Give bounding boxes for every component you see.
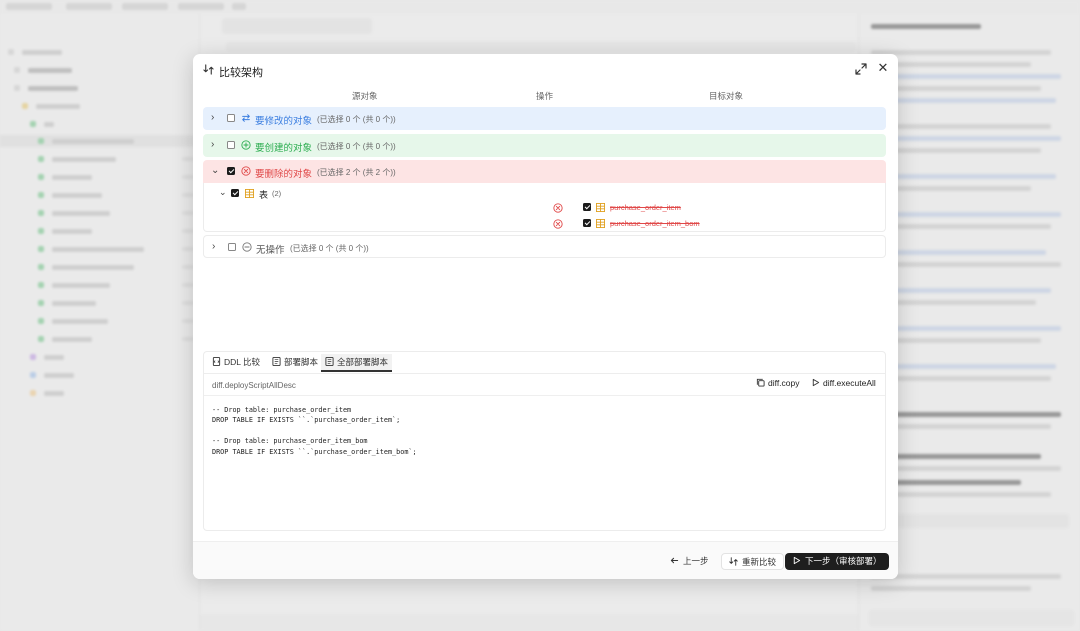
scripts-icon	[325, 357, 334, 366]
arrow-left-icon	[670, 557, 679, 564]
group-create[interactable]: › 要创建的对象 (已选择 0 个 (共 0 个))	[203, 134, 886, 157]
chevron-down-icon[interactable]: ⌄	[211, 165, 221, 177]
group-delete-body	[203, 183, 886, 232]
play-icon	[793, 556, 801, 565]
group-delete-label: 要删除的对象	[255, 169, 313, 180]
code-line: DROP TABLE IF EXISTS ``.`purchase_order_…	[212, 416, 401, 425]
group-create-count: (已选择 0 个 (共 0 个))	[317, 142, 396, 151]
group-delete-count: (已选择 2 个 (共 2 个))	[317, 168, 396, 177]
copy-button-label: diff.copy	[768, 378, 800, 388]
minus-circle-icon	[242, 242, 252, 252]
file-code-icon	[212, 357, 221, 366]
dialog-header: 比较架构 ✕	[193, 54, 898, 88]
copy-button[interactable]: diff.copy	[756, 378, 800, 388]
group-none-checkbox[interactable]	[228, 243, 236, 251]
code-line: DROP TABLE IF EXISTS ``.`purchase_order_…	[212, 447, 417, 456]
group-delete-checkbox[interactable]	[227, 167, 235, 175]
tab-all-deploy-scripts[interactable]: 全部部署脚本	[321, 354, 393, 372]
script-tabs: DDL 比较 部署脚本 全部部署脚本	[204, 352, 885, 374]
group-create-label: 要创建的对象	[255, 143, 313, 154]
delete-circle-icon	[553, 203, 563, 213]
delete-item-checkbox[interactable]	[583, 203, 591, 211]
script-icon	[272, 357, 281, 366]
delete-circle-icon	[553, 219, 563, 229]
table-icon	[245, 189, 254, 198]
close-icon[interactable]: ✕	[876, 61, 890, 75]
delete-item-row[interactable]: purchase_order_item_bom	[553, 218, 753, 230]
dialog-title: 比较架构	[219, 67, 263, 79]
subgroup-tables-count: (2)	[272, 189, 282, 198]
copy-icon	[756, 378, 765, 387]
group-no-operation[interactable]: › 无操作 (已选择 0 个 (共 0 个))	[203, 235, 886, 258]
delete-item-name: purchase_order_item_bom	[610, 219, 700, 228]
code-line: -- Drop table: purchase_order_item_bom	[212, 437, 368, 446]
column-header-operation: 操作	[536, 91, 554, 101]
compare-icon	[729, 557, 738, 566]
column-header-source: 源对象	[352, 91, 378, 101]
dialog-footer: 上一步 重新比较 下一步（审核部署）	[193, 541, 898, 579]
script-code-view[interactable]: -- Drop table: purchase_order_item DROP T…	[204, 395, 885, 530]
subgroup-tables-checkbox[interactable]	[231, 189, 239, 197]
maximize-icon[interactable]	[855, 63, 867, 75]
next-step-button[interactable]: 下一步（审核部署）	[785, 553, 889, 570]
group-create-checkbox[interactable]	[227, 141, 235, 149]
subgroup-tables-label: 表	[259, 190, 269, 200]
delete-item-row[interactable]: purchase_order_item	[553, 202, 753, 214]
group-none-count: (已选择 0 个 (共 0 个))	[290, 244, 369, 253]
delete-item-name: purchase_order_item	[610, 203, 681, 212]
delete-circle-icon	[241, 166, 251, 176]
delete-item-checkbox[interactable]	[583, 219, 591, 227]
tab-deploy-script[interactable]: 部署脚本	[272, 356, 318, 372]
play-icon	[812, 378, 820, 387]
chevron-down-icon[interactable]: ⌄	[219, 187, 227, 198]
execute-all-button[interactable]: diff.executeAll	[811, 378, 876, 388]
modify-arrows-icon	[242, 114, 250, 122]
script-panel: DDL 比较 部署脚本 全部部署脚本 diff.deployScriptAllD…	[203, 351, 886, 531]
plus-circle-icon	[241, 140, 251, 150]
group-modify-checkbox[interactable]	[227, 114, 235, 122]
recompare-label: 重新比较	[742, 557, 777, 567]
chevron-right-icon[interactable]: ›	[211, 139, 221, 151]
chevron-right-icon[interactable]: ›	[212, 241, 222, 253]
code-line: -- Drop table: purchase_order_item	[212, 406, 352, 414]
compare-schema-dialog: 比较架构 ✕ 源对象 操作 目标对象 › 要修改的对象 (已选择 0 个 (共 …	[193, 54, 898, 579]
group-delete[interactable]: ⌄ 要删除的对象 (已选择 2 个 (共 2 个))	[203, 160, 886, 183]
table-icon	[596, 219, 605, 228]
next-step-label: 下一步（审核部署）	[805, 556, 882, 566]
script-description: diff.deployScriptAllDesc	[212, 381, 296, 390]
group-modify-label: 要修改的对象	[255, 116, 313, 127]
group-modify-count: (已选择 0 个 (共 0 个))	[317, 115, 396, 124]
previous-step-label: 上一步	[683, 556, 709, 566]
execute-all-button-label: diff.executeAll	[823, 378, 876, 388]
tab-deploy-script-label: 部署脚本	[284, 357, 319, 367]
chevron-right-icon[interactable]: ›	[211, 112, 221, 124]
tab-ddl-compare-label: DDL 比较	[224, 357, 261, 367]
tab-all-deploy-scripts-label: 全部部署脚本	[337, 357, 389, 367]
compare-icon	[203, 64, 214, 75]
recompare-button[interactable]: 重新比较	[721, 553, 785, 570]
table-icon	[596, 203, 605, 212]
group-modify[interactable]: › 要修改的对象 (已选择 0 个 (共 0 个))	[203, 107, 886, 130]
group-none-label: 无操作	[256, 245, 285, 256]
tab-ddl-compare[interactable]: DDL 比较	[212, 356, 260, 372]
previous-step-button[interactable]: 上一步	[663, 553, 716, 570]
column-header-target: 目标对象	[709, 91, 744, 101]
